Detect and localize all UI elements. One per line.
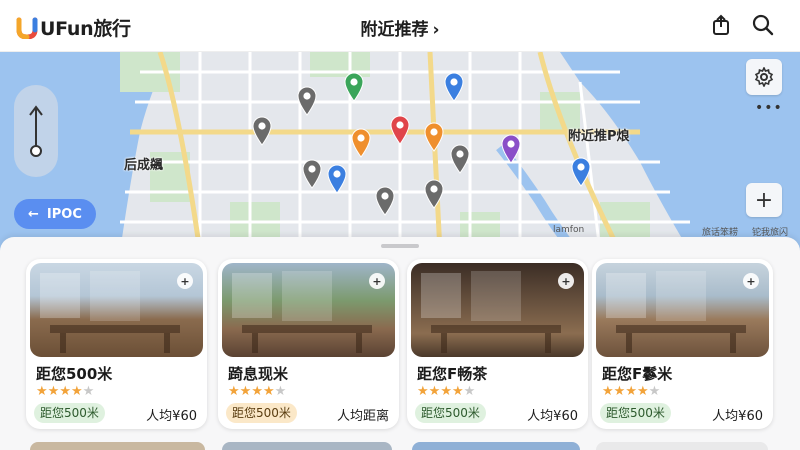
page-title[interactable]: 附近推荐 › — [0, 15, 800, 40]
place-card[interactable]: + 距您F鬖米 ★★★★★ 距您500米 人均¥60 — [592, 259, 773, 429]
star-icon: ★ — [648, 384, 661, 399]
star-icon: ★ — [428, 384, 441, 399]
star-icon: ★ — [59, 384, 71, 399]
page-title-text: 附近推荐 — [360, 20, 429, 40]
place-card[interactable]: + 距您F畅茶 ★★★★★ 距您500米 人均¥60 — [407, 259, 588, 429]
search-icon[interactable] — [751, 13, 775, 37]
distance-badge: 距您500米 — [226, 403, 297, 423]
rating-stars: ★★★★★ — [602, 384, 660, 399]
app-header: UFun旅行 附近推荐 › — [0, 0, 800, 52]
star-icon: ★ — [451, 384, 464, 399]
map-pin-icon[interactable] — [443, 72, 465, 102]
star-icon: ★ — [417, 384, 429, 399]
place-photo: + — [596, 263, 769, 357]
distance-badge: 距您500米 — [34, 403, 105, 423]
place-name: 踦息现米 — [228, 365, 289, 383]
map-pin-icon[interactable] — [326, 164, 348, 194]
map-pin-icon[interactable] — [449, 144, 471, 174]
map-pin-icon[interactable] — [423, 122, 445, 152]
locate-control[interactable] — [14, 85, 58, 177]
results-sheet: + 距您500米 ★★★★★ 距您500米 人均¥60 + 踦息现米 ★★★★★ 距您500米人… — [0, 237, 800, 450]
gear-icon — [754, 67, 774, 87]
rating-stars: ★★★★★ — [417, 384, 475, 399]
zoom-in-button[interactable]: + — [746, 183, 782, 217]
map-pin-icon[interactable] — [296, 86, 318, 116]
star-icon: ★ — [262, 384, 275, 399]
place-name: 距您F畅茶 — [417, 365, 488, 383]
map-pin-icon[interactable] — [500, 134, 522, 164]
star-icon: ★ — [602, 384, 614, 399]
more-options-icon[interactable]: ••• — [755, 100, 783, 116]
favorite-icon[interactable]: + — [177, 273, 193, 289]
map-pin-icon[interactable] — [343, 72, 365, 102]
card-peek — [30, 442, 205, 450]
favorite-icon[interactable]: + — [558, 273, 574, 289]
map-pin-icon[interactable] — [251, 116, 273, 146]
chevron-right-icon: › — [432, 20, 440, 40]
place-name: 距您F鬖米 — [602, 365, 673, 383]
place-photo: + — [30, 263, 203, 357]
star-icon: ★ — [70, 384, 83, 399]
map-pin-icon[interactable] — [570, 157, 592, 187]
place-name: 距您500米 — [36, 365, 113, 383]
favorite-icon[interactable]: + — [743, 273, 759, 289]
star-icon: ★ — [239, 384, 252, 399]
place-price: 人均¥60 — [146, 409, 197, 424]
map-pin-icon[interactable] — [374, 186, 396, 216]
place-price: 人均距离 — [336, 409, 389, 424]
map-settings-button[interactable] — [746, 59, 782, 95]
star-icon: ★ — [463, 384, 476, 399]
place-price: 人均¥60 — [527, 409, 578, 424]
map-pin-icon[interactable] — [350, 128, 372, 158]
locate-icon — [29, 105, 43, 157]
place-card[interactable]: + 距您500米 ★★★★★ 距您500米 人均¥60 — [26, 259, 207, 429]
map-label-west: 后成飊 — [124, 158, 164, 173]
star-icon: ★ — [625, 384, 637, 399]
place-card[interactable]: + 踦息现米 ★★★★★ 距您500米 人均距离 — [218, 259, 399, 429]
map-view[interactable]: 后成飊 附近推P烺 lamfon 旅话笨耢 铊我旅闪 ← IPOC ••• + — [0, 52, 800, 252]
map-label-road: lamfon — [553, 225, 585, 235]
star-icon: ★ — [636, 384, 649, 399]
map-base — [0, 52, 800, 252]
sheet-grabber[interactable] — [381, 244, 419, 248]
place-photo: + — [411, 263, 584, 357]
favorite-icon[interactable]: + — [369, 273, 385, 289]
arrow-left-icon: ← — [28, 206, 39, 222]
star-icon: ★ — [440, 384, 452, 399]
star-icon: ★ — [82, 384, 95, 399]
card-peek — [222, 442, 392, 450]
place-price: 人均¥60 — [712, 409, 763, 424]
map-pin-icon[interactable] — [389, 115, 411, 145]
star-icon: ★ — [251, 384, 263, 399]
back-button-label: IPOC — [46, 206, 82, 222]
star-icon: ★ — [228, 384, 240, 399]
map-pin-icon[interactable] — [301, 159, 323, 189]
star-icon: ★ — [274, 384, 287, 399]
distance-badge: 距您500米 — [600, 403, 671, 423]
place-photo: + — [222, 263, 395, 357]
map-label-east: 附近推P烺 — [568, 129, 630, 144]
rating-stars: ★★★★★ — [228, 384, 286, 399]
star-icon: ★ — [36, 384, 48, 399]
star-icon: ★ — [613, 384, 626, 399]
star-icon: ★ — [47, 384, 60, 399]
back-button[interactable]: ← IPOC — [14, 199, 96, 229]
card-peek — [412, 442, 580, 450]
card-peek — [596, 442, 768, 450]
distance-badge: 距您500米 — [415, 403, 486, 423]
share-icon[interactable] — [709, 13, 733, 37]
map-pin-icon[interactable] — [423, 179, 445, 209]
rating-stars: ★★★★★ — [36, 384, 94, 399]
